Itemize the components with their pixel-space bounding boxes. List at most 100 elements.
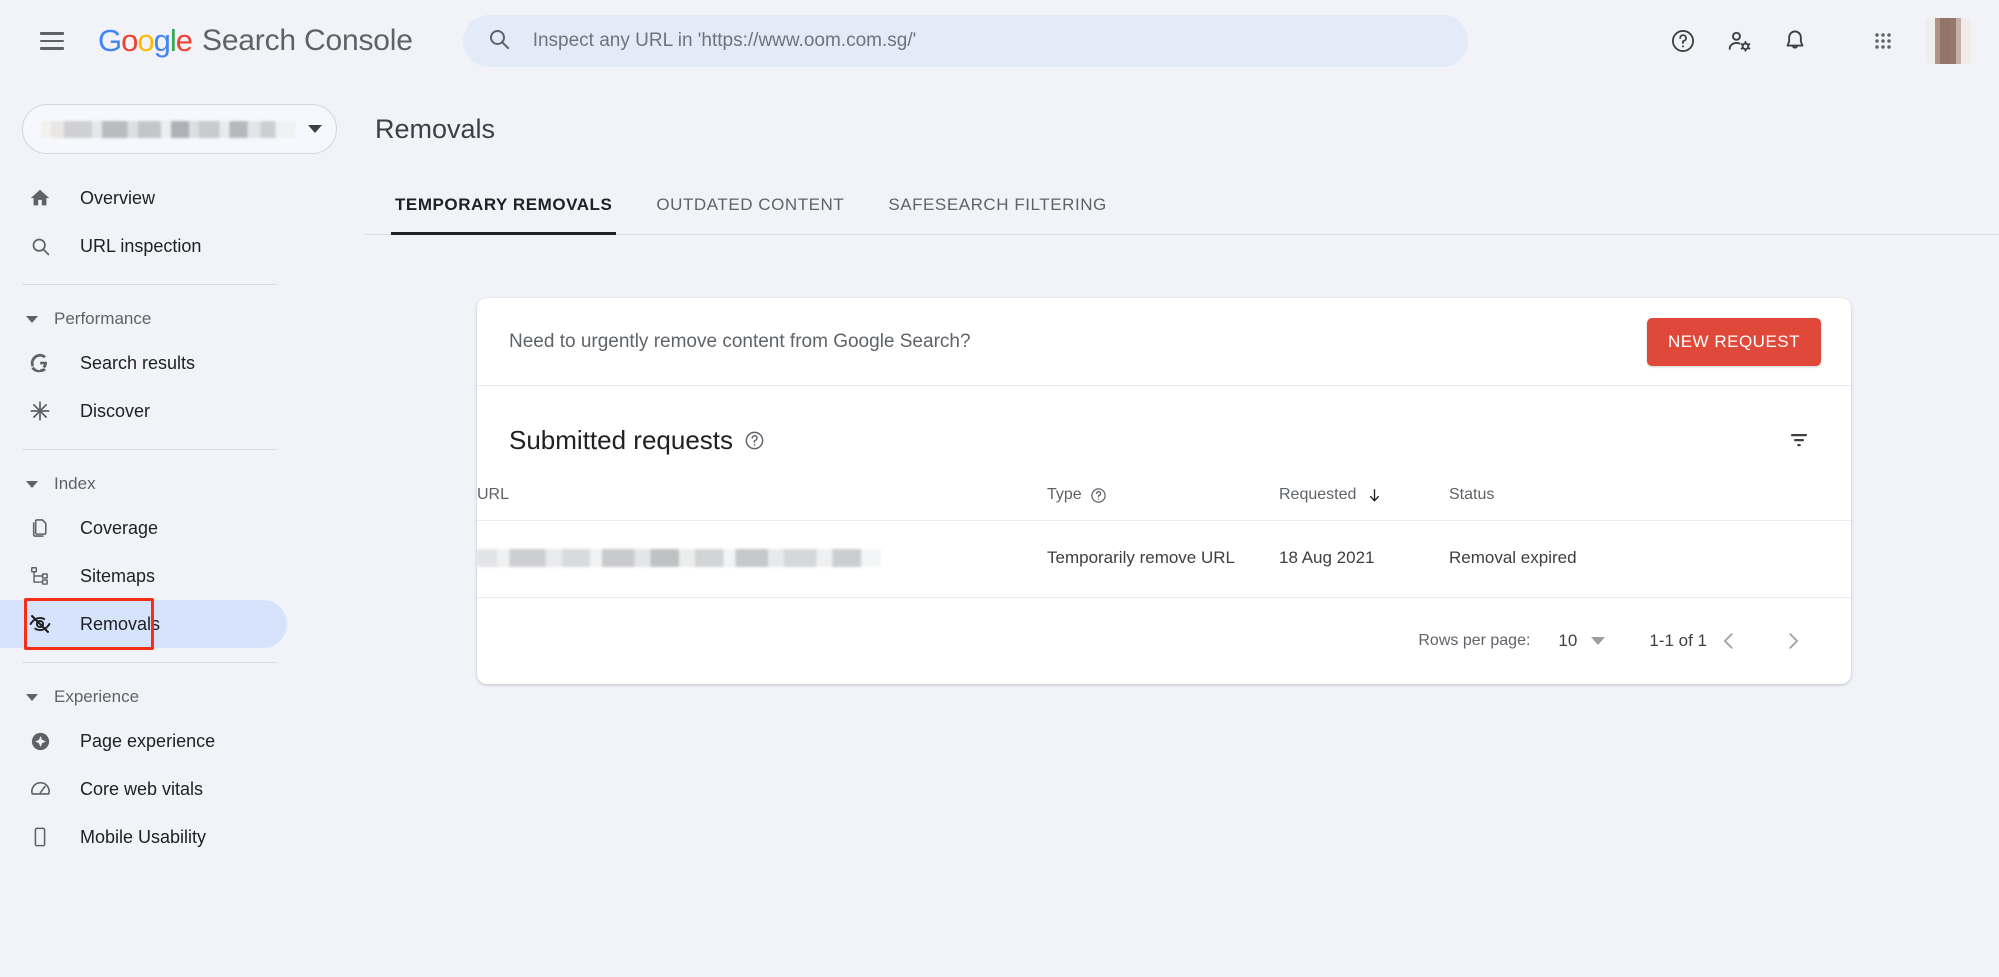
account-avatar[interactable] (1925, 18, 1971, 64)
sitemap-tree-icon (26, 565, 54, 587)
rows-per-page-value[interactable]: 10 (1558, 631, 1577, 651)
chevron-left-icon[interactable] (1707, 619, 1751, 663)
tab-safesearch-filtering[interactable]: SAFESEARCH FILTERING (866, 176, 1129, 234)
chevron-down-icon (26, 480, 38, 488)
help-circle-icon[interactable] (1659, 17, 1707, 65)
sidebar-item-discover[interactable]: Discover (0, 387, 287, 435)
chevron-down-icon (26, 315, 38, 323)
column-header-status[interactable]: Status (1449, 486, 1851, 521)
sidebar-item-label: Sitemaps (80, 565, 156, 586)
sidebar-item-label: Page experience (80, 730, 216, 751)
sidebar-item-search-results[interactable]: Search results (0, 339, 287, 387)
pages-copy-icon (26, 517, 54, 539)
search-icon (487, 27, 511, 56)
help-circle-icon[interactable] (744, 430, 765, 451)
cell-type: Temporarily remove URL (1047, 520, 1279, 598)
sidebar-item-overview[interactable]: Overview (0, 174, 287, 222)
nav-group-label: Performance (54, 309, 152, 328)
mobile-phone-icon (26, 826, 54, 848)
top-bar-actions (1659, 17, 1975, 65)
submitted-requests-header: Submitted requests (477, 386, 1851, 464)
eye-off-icon (26, 612, 54, 636)
sidebar-item-label: Discover (80, 400, 151, 421)
column-header-requested[interactable]: Requested (1279, 486, 1449, 521)
table-row[interactable]: Temporarily remove URL 18 Aug 2021 Remov… (477, 520, 1851, 598)
new-request-button[interactable]: NEW REQUEST (1646, 317, 1821, 366)
top-app-bar: Google Search Console (0, 0, 1999, 82)
nav-divider (22, 662, 277, 663)
app-body: Overview URL inspection Performance Sear… (0, 82, 1999, 977)
column-label: URL (477, 486, 510, 503)
property-selector[interactable] (22, 104, 337, 154)
speedometer-icon (26, 778, 54, 801)
search-input[interactable] (532, 30, 1444, 52)
column-header-type[interactable]: Type (1047, 486, 1279, 521)
sidebar-item-label: Overview (80, 187, 156, 208)
chevron-down-icon (308, 125, 322, 133)
nav-divider (22, 284, 277, 285)
column-label: Status (1449, 486, 1495, 503)
sidebar-item-page-experience[interactable]: Page experience (0, 717, 287, 765)
google-g-icon (26, 352, 54, 374)
tab-temporary-removals[interactable]: TEMPORARY REMOVALS (373, 176, 634, 235)
page-experience-icon (26, 730, 54, 753)
sidebar-item-label: Coverage (80, 517, 159, 538)
sidebar-item-coverage[interactable]: Coverage (0, 504, 287, 552)
sidebar-item-label: Mobile Usability (80, 826, 207, 847)
table-pagination: Rows per page: 10 1-1 of 1 (477, 598, 1851, 684)
sidebar-item-removals[interactable]: Removals (0, 600, 287, 648)
chevron-down-icon[interactable] (1591, 637, 1606, 645)
filter-list-icon[interactable] (1777, 418, 1821, 462)
nav-group-label: Index (54, 474, 96, 493)
chevron-right-icon[interactable] (1771, 619, 1815, 663)
hamburger-menu-icon[interactable] (28, 17, 76, 65)
tab-label: TEMPORARY REMOVALS (395, 195, 613, 214)
person-gear-icon[interactable] (1715, 17, 1763, 65)
apps-grid-icon[interactable] (1859, 17, 1907, 65)
removals-card: Need to urgently remove content from Goo… (477, 298, 1851, 684)
sidebar-nav: Overview URL inspection Performance Sear… (0, 82, 365, 977)
discover-asterisk-icon (26, 400, 54, 422)
search-console-app: Google Search Console Inspect any URL in… (0, 0, 1999, 977)
sidebar-item-label: URL inspection (80, 235, 202, 256)
property-name-redacted (41, 120, 296, 138)
submitted-requests-title: Submitted requests (509, 424, 734, 455)
pagination-range-label: 1-1 of 1 (1649, 631, 1707, 650)
tab-outdated-content[interactable]: OUTDATED CONTENT (634, 176, 866, 234)
help-circle-icon[interactable] (1090, 487, 1107, 504)
nav-group-experience[interactable]: Experience (0, 677, 365, 717)
nav-group-performance[interactable]: Performance (0, 299, 365, 339)
sidebar-item-core-web-vitals[interactable]: Core web vitals (0, 765, 287, 813)
tab-label: SAFESEARCH FILTERING (888, 195, 1107, 214)
sidebar-item-label: Search results (80, 352, 196, 373)
brand-logo: Google Search Console (98, 23, 413, 59)
url-value-redacted (477, 549, 881, 567)
urgent-removal-banner: Need to urgently remove content from Goo… (477, 298, 1851, 386)
sidebar-item-label: Core web vitals (80, 778, 204, 799)
tab-label: OUTDATED CONTENT (656, 195, 845, 214)
sidebar-item-sitemaps[interactable]: Sitemaps (0, 552, 287, 600)
table-header-row: URL Type Requested Status (477, 486, 1851, 521)
nav-group-index[interactable]: Index (0, 464, 365, 504)
nav-group-label: Experience (54, 687, 140, 706)
cell-status: Removal expired (1449, 520, 1851, 598)
sort-descending-icon (1366, 487, 1383, 504)
search-icon (26, 236, 54, 257)
url-inspection-search-bar[interactable] (462, 15, 1468, 67)
google-wordmark: Google (98, 23, 193, 58)
cell-requested: 18 Aug 2021 (1279, 520, 1449, 598)
column-label: Requested (1279, 486, 1357, 503)
cell-url (477, 520, 1047, 598)
sidebar-item-label: Removals (80, 613, 161, 634)
column-header-url[interactable]: URL (477, 486, 1047, 521)
main-content: Removals TEMPORARY REMOVALS OUTDATED CON… (365, 82, 1999, 977)
urgent-banner-text: Need to urgently remove content from Goo… (509, 330, 971, 352)
bell-icon[interactable] (1771, 17, 1819, 65)
sidebar-item-mobile-usability[interactable]: Mobile Usability (0, 813, 287, 861)
table-body: Temporarily remove URL 18 Aug 2021 Remov… (477, 520, 1851, 598)
table-head: URL Type Requested Status (477, 486, 1851, 521)
rows-per-page-label: Rows per page: (1418, 632, 1531, 649)
chevron-down-icon (26, 693, 38, 701)
sidebar-item-url-inspection[interactable]: URL inspection (0, 222, 287, 270)
product-name: Search Console (202, 24, 413, 57)
